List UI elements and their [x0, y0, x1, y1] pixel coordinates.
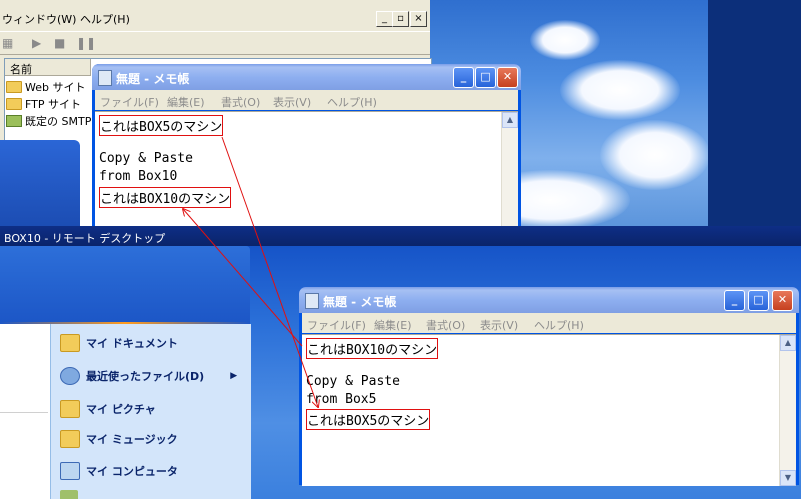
annotation-arrows [0, 136, 801, 499]
arrow-box10-to-box5 [183, 209, 303, 347]
arrow-box5-to-box10 [221, 136, 318, 407]
